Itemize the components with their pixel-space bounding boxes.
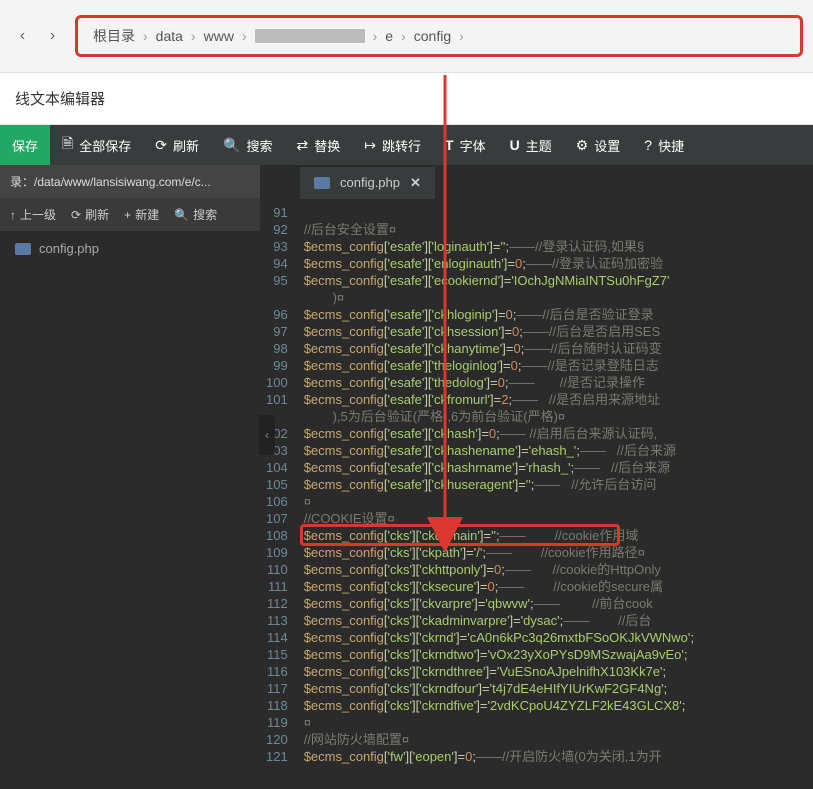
refresh-icon: ⟳ [71,208,81,222]
code-line[interactable]: $ecms_config['esafe']['loginauth']='';——… [298,238,813,255]
close-tab-icon[interactable]: ✕ [410,175,421,191]
plus-icon: + [124,208,131,222]
code-editor[interactable]: 9192939495969798991001011021031041051061… [260,200,813,789]
code-line[interactable]: $ecms_config['esafe']['ckfromurl']=2;—— … [298,391,813,408]
search-icon: 🔍 [174,208,189,222]
explorer-search-button[interactable]: 🔍搜索 [174,206,217,223]
font-icon: T [445,137,454,153]
replace-icon: ⇄ [297,137,309,154]
search-button[interactable]: 🔍搜索 [211,125,284,165]
file-explorer: 录：/data/www/lansisiwang.com/e/c... ↑上一级 … [0,165,260,789]
breadcrumb[interactable]: 根目录 › data › www › › e › config › [75,15,803,57]
code-lines[interactable]: //后台安全设置¤$ecms_config['esafe']['loginaut… [298,200,813,789]
code-line[interactable]: $ecms_config['cks']['ckrndtwo']='vOx23yX… [298,646,813,663]
collapse-sidebar-handle[interactable]: ‹ [259,415,275,455]
chevron-right-icon: › [459,28,464,44]
nav-arrows: ‹ › [10,24,65,49]
editor-toolbar: 保存 🗎全部保存 ⟳刷新 🔍搜索 ⇄替换 ↦跳转行 T字体 U主题 ⚙设置 ?快… [0,125,813,165]
code-line[interactable]: ¤ [298,493,813,510]
code-line[interactable]: $ecms_config['esafe']['ckhashename']='eh… [298,442,813,459]
chevron-right-icon: › [373,28,378,44]
shortcut-button[interactable]: ?快捷 [632,125,696,165]
breadcrumb-redacted [255,29,365,43]
tab-label: config.php [340,175,400,190]
code-line[interactable]: $ecms_config['cks']['cksecure']=0;—— //c… [298,578,813,595]
code-line[interactable]: $ecms_config['cks']['ckrndthree']='VuESn… [298,663,813,680]
code-line[interactable]: ),5为后台验证(严格),6为前台验证(严格)¤ [298,408,813,425]
code-line[interactable]: //后台安全设置¤ [298,221,813,238]
breadcrumb-root[interactable]: 根目录 [93,26,135,46]
editor-pane: ‹ config.php ✕ 9192939495969798991001011… [260,165,813,789]
code-line[interactable]: $ecms_config['esafe']['ckhash']=0;—— //启… [298,425,813,442]
code-line[interactable]: //网站防火墙配置¤ [298,731,813,748]
chevron-right-icon: › [191,28,196,44]
gear-icon: ⚙ [576,137,589,154]
theme-icon: U [510,137,520,153]
code-line[interactable]: $ecms_config['cks']['ckdomain']='';—— //… [298,527,813,544]
php-file-icon [314,177,330,189]
code-line[interactable]: $ecms_config['esafe']['ckhuseragent']=''… [298,476,813,493]
help-icon: ? [644,137,652,153]
forward-button[interactable]: › [40,24,65,49]
code-line[interactable]: $ecms_config['fw']['eopen']=0;——//开启防火墙(… [298,748,813,765]
breadcrumb-part[interactable]: config [414,28,451,44]
font-button[interactable]: T字体 [433,125,498,165]
theme-button[interactable]: U主题 [498,125,564,165]
file-name: config.php [39,241,99,256]
new-file-button[interactable]: +新建 [124,206,159,223]
page-title: 线文本编辑器 [0,73,813,125]
code-line[interactable]: $ecms_config['esafe']['thedolog']=0;—— /… [298,374,813,391]
top-navigation-bar: ‹ › 根目录 › data › www › › e › config › [0,0,813,73]
explorer-toolbar: ↑上一级 ⟳刷新 +新建 🔍搜索 [0,198,260,231]
goto-line-button[interactable]: ↦跳转行 [352,125,433,165]
code-line[interactable]: $ecms_config['esafe']['ckhashrname']='rh… [298,459,813,476]
file-tab[interactable]: config.php ✕ [300,167,435,199]
tab-bar: config.php ✕ [260,165,813,200]
breadcrumb-part[interactable]: e [385,28,393,44]
code-line[interactable]: $ecms_config['esafe']['ecookiernd']='IOc… [298,272,813,289]
breadcrumb-part[interactable]: www [204,28,234,44]
code-line[interactable]: ¤ [298,714,813,731]
goto-icon: ↦ [364,137,376,154]
code-line[interactable]: $ecms_config['cks']['ckrndfour']='t4j7dE… [298,680,813,697]
settings-button[interactable]: ⚙设置 [564,125,633,165]
current-path-label: 录：/data/www/lansisiwang.com/e/c... [0,165,260,198]
chevron-right-icon: › [242,28,247,44]
save-button[interactable]: 保存 [0,125,50,165]
code-line[interactable]: $ecms_config['cks']['ckadminvarpre']='dy… [298,612,813,629]
main-area: 录：/data/www/lansisiwang.com/e/c... ↑上一级 … [0,165,813,789]
up-level-button[interactable]: ↑上一级 [10,206,56,223]
breadcrumb-part[interactable]: data [156,28,183,44]
code-line[interactable]: $ecms_config['esafe']['enloginauth']=0;—… [298,255,813,272]
code-line[interactable]: //COOKIE设置¤ [298,510,813,527]
code-line[interactable]: $ecms_config['cks']['ckpath']='/';—— //c… [298,544,813,561]
code-line[interactable]: $ecms_config['esafe']['ckhanytime']=0;——… [298,340,813,357]
code-line[interactable]: $ecms_config['esafe']['ckhsession']=0;——… [298,323,813,340]
code-line[interactable]: $ecms_config['cks']['ckhttponly']=0;—— /… [298,561,813,578]
search-icon: 🔍 [223,137,240,154]
explorer-refresh-button[interactable]: ⟳刷新 [71,206,109,223]
line-gutter: 9192939495969798991001011021031041051061… [260,200,298,789]
refresh-button[interactable]: ⟳刷新 [143,125,211,165]
code-line[interactable]: $ecms_config['cks']['ckvarpre']='qbwvw';… [298,595,813,612]
file-item[interactable]: config.php [0,231,260,266]
php-file-icon [15,243,31,255]
code-line[interactable]: $ecms_config['esafe']['theloginlog']=0;—… [298,357,813,374]
code-line[interactable]: $ecms_config['cks']['ckrnd']='cA0n6kPc3q… [298,629,813,646]
up-icon: ↑ [10,208,16,222]
code-line[interactable]: $ecms_config['esafe']['ckhloginip']=0;——… [298,306,813,323]
save-all-button[interactable]: 🗎全部保存 [50,125,143,165]
code-line[interactable]: )¤ [298,289,813,306]
refresh-icon: ⟳ [155,137,167,154]
chevron-right-icon: › [401,28,406,44]
chevron-right-icon: › [143,28,148,44]
code-line[interactable]: $ecms_config['cks']['ckrndfive']='2vdKCp… [298,697,813,714]
code-line[interactable] [298,204,813,221]
replace-button[interactable]: ⇄替换 [285,125,353,165]
save-all-icon: 🗎 [62,133,73,157]
back-button[interactable]: ‹ [10,24,35,49]
